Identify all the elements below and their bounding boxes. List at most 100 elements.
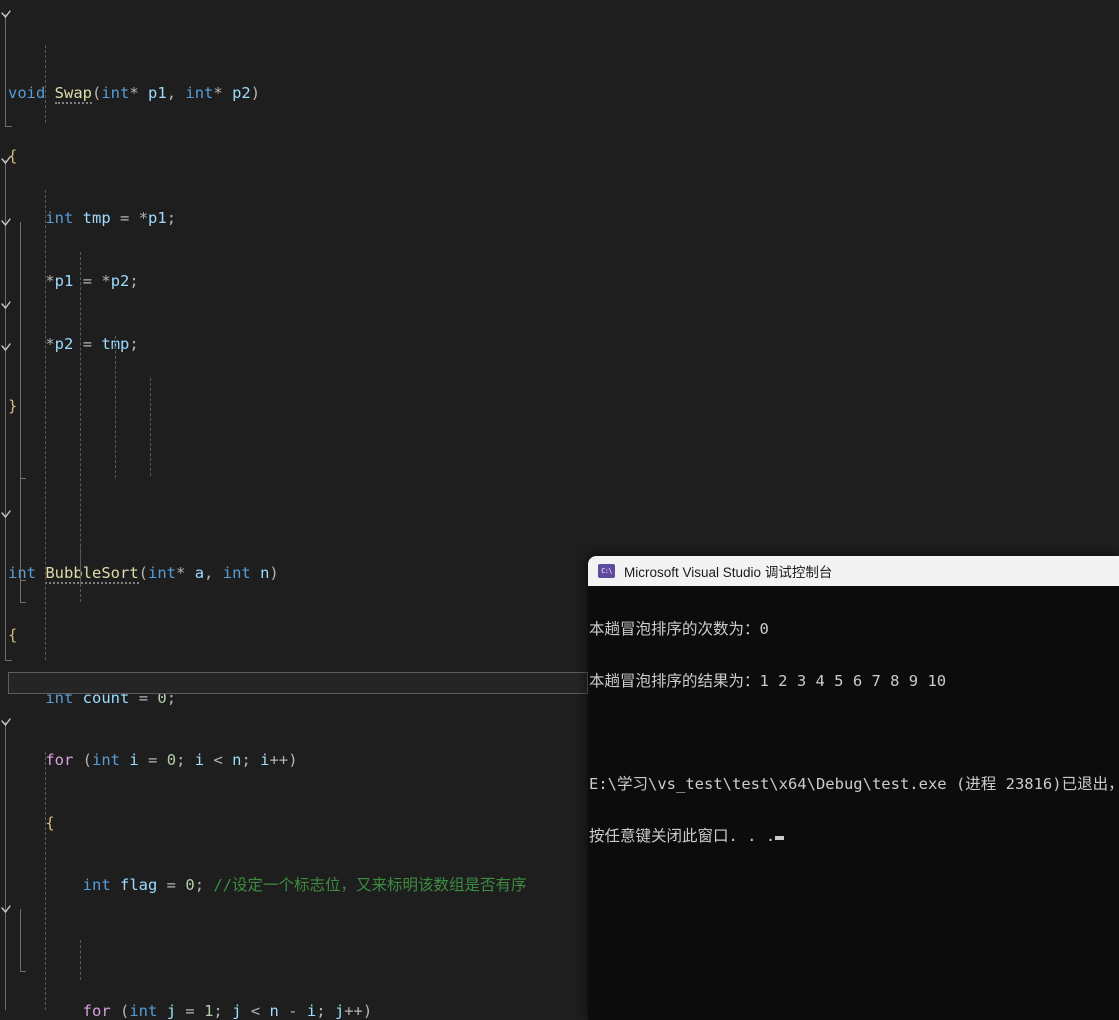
- console-line: 本趟冒泡排序的次数为：0: [589, 620, 769, 639]
- token-punc: (: [82, 751, 93, 770]
- token-var: flag: [120, 876, 158, 895]
- token-op: <: [213, 751, 223, 770]
- token-op: =: [82, 334, 93, 353]
- code-line[interactable]: void Swap(int* p1, int* p2): [0, 83, 1119, 105]
- token-keyword: int: [101, 84, 130, 103]
- code-line[interactable]: {: [0, 146, 1119, 167]
- token-punc: ): [362, 1001, 373, 1020]
- console-line: 本趟冒泡排序的结果为：1 2 3 4 5 6 7 8 9 10: [589, 672, 947, 690]
- fold-chevron-icon[interactable]: [0, 155, 12, 169]
- token-keyword: int: [92, 751, 121, 770]
- console-titlebar[interactable]: C:\ Microsoft Visual Studio 调试控制台: [588, 556, 1119, 586]
- code-line[interactable]: int tmp = *p1;: [0, 208, 1119, 229]
- token-punc: (: [138, 563, 149, 582]
- console-line-with-cursor: 按任意键关闭此窗口. . .: [589, 826, 1119, 845]
- fold-chevron-icon[interactable]: [0, 217, 12, 231]
- token-punc: ;: [194, 876, 205, 895]
- token-var: j: [166, 1001, 177, 1020]
- code-line[interactable]: *p1 = *p2;: [0, 271, 1119, 292]
- token-punc: ,: [204, 563, 214, 582]
- console-line: E:\学习\vs_test\test\x64\Debug\test.exe (进…: [589, 775, 1119, 794]
- token-var: tmp: [82, 209, 111, 228]
- token-op: *: [45, 334, 55, 353]
- token-keyword: int: [82, 876, 111, 895]
- token-op: *: [101, 271, 111, 290]
- token-op: =: [120, 209, 130, 228]
- token-punc: ;: [129, 334, 139, 353]
- token-var: j: [232, 1001, 242, 1020]
- token-op: <: [250, 1001, 261, 1020]
- token-punc: ;: [176, 751, 186, 770]
- token-var: p2: [110, 271, 130, 290]
- token-var: p2: [232, 84, 251, 103]
- code-line-blank[interactable]: [0, 459, 1119, 480]
- token-op: *: [129, 84, 139, 103]
- token-op: *: [213, 84, 223, 103]
- token-keyword: int: [148, 563, 177, 582]
- console-cursor: [775, 835, 785, 840]
- console-app-icon: C:\: [598, 564, 615, 578]
- token-var: j: [334, 1001, 345, 1020]
- token-keyword: int: [129, 1001, 158, 1020]
- token-op: -: [288, 1001, 298, 1020]
- token-brace: }: [8, 397, 18, 416]
- token-op: ++: [344, 1001, 363, 1020]
- token-var: p2: [54, 334, 74, 353]
- token-var: a: [194, 563, 205, 582]
- token-op: ++: [269, 751, 289, 770]
- token-number: 0: [166, 751, 177, 770]
- token-keyword: int: [222, 563, 251, 582]
- console-prompt-text: 按任意键关闭此窗口. . .: [589, 826, 776, 845]
- token-control: for: [45, 751, 74, 770]
- horizontal-scrollbar[interactable]: [8, 672, 588, 694]
- token-punc: ;: [129, 271, 139, 290]
- fold-chevron-icon[interactable]: [0, 904, 12, 918]
- token-keyword: void: [8, 84, 46, 103]
- token-function-name: BubbleSort: [45, 563, 139, 584]
- token-control: for: [82, 1001, 111, 1020]
- console-title: Microsoft Visual Studio 调试控制台: [624, 565, 833, 580]
- token-function-name: Swap: [54, 84, 92, 105]
- token-var: i: [260, 751, 270, 770]
- token-op: =: [185, 1001, 195, 1020]
- token-number: 0: [185, 876, 195, 895]
- token-brace: {: [8, 626, 18, 645]
- console-output[interactable]: 本趟冒泡排序的次数为：0 本趟冒泡排序的结果为：1 2 3 4 5 6 7 8 …: [588, 586, 1119, 1020]
- token-punc: ,: [166, 84, 177, 103]
- token-punc: (: [92, 84, 102, 103]
- token-brace: {: [45, 813, 55, 832]
- token-comment: //设定一个标志位，又来标明该数组是否有序: [213, 876, 527, 895]
- debug-console-window[interactable]: C:\ Microsoft Visual Studio 调试控制台 本趟冒泡排序…: [588, 556, 1119, 1020]
- fold-chevron-icon[interactable]: [0, 342, 12, 356]
- token-keyword: int: [8, 563, 36, 582]
- fold-chevron-icon[interactable]: [0, 717, 12, 731]
- token-var: i: [306, 1001, 317, 1020]
- token-punc: ): [250, 84, 261, 103]
- token-op: *: [176, 563, 186, 582]
- token-keyword: int: [45, 209, 74, 228]
- token-op: =: [166, 876, 177, 895]
- fold-chevron-icon[interactable]: [0, 300, 12, 314]
- token-op: *: [45, 271, 55, 290]
- token-op: *: [138, 209, 149, 228]
- token-punc: ;: [166, 209, 177, 228]
- code-line[interactable]: *p2 = tmp;: [0, 334, 1119, 355]
- token-var: i: [194, 751, 205, 770]
- token-punc: ;: [241, 751, 251, 770]
- token-var: p1: [54, 271, 74, 290]
- token-keyword: int: [185, 84, 214, 103]
- token-number: 1: [204, 1001, 214, 1020]
- token-var: i: [129, 751, 139, 770]
- token-punc: ): [288, 751, 298, 770]
- token-var: n: [269, 1001, 279, 1020]
- token-punc: ): [269, 563, 279, 582]
- token-var: p1: [148, 209, 167, 228]
- token-var: tmp: [101, 334, 130, 353]
- token-punc: ;: [213, 1001, 223, 1020]
- token-punc: (: [120, 1001, 130, 1020]
- fold-chevron-icon[interactable]: [0, 9, 12, 23]
- token-op: =: [148, 751, 158, 770]
- code-line[interactable]: }: [0, 396, 1119, 417]
- fold-chevron-icon[interactable]: [0, 509, 12, 523]
